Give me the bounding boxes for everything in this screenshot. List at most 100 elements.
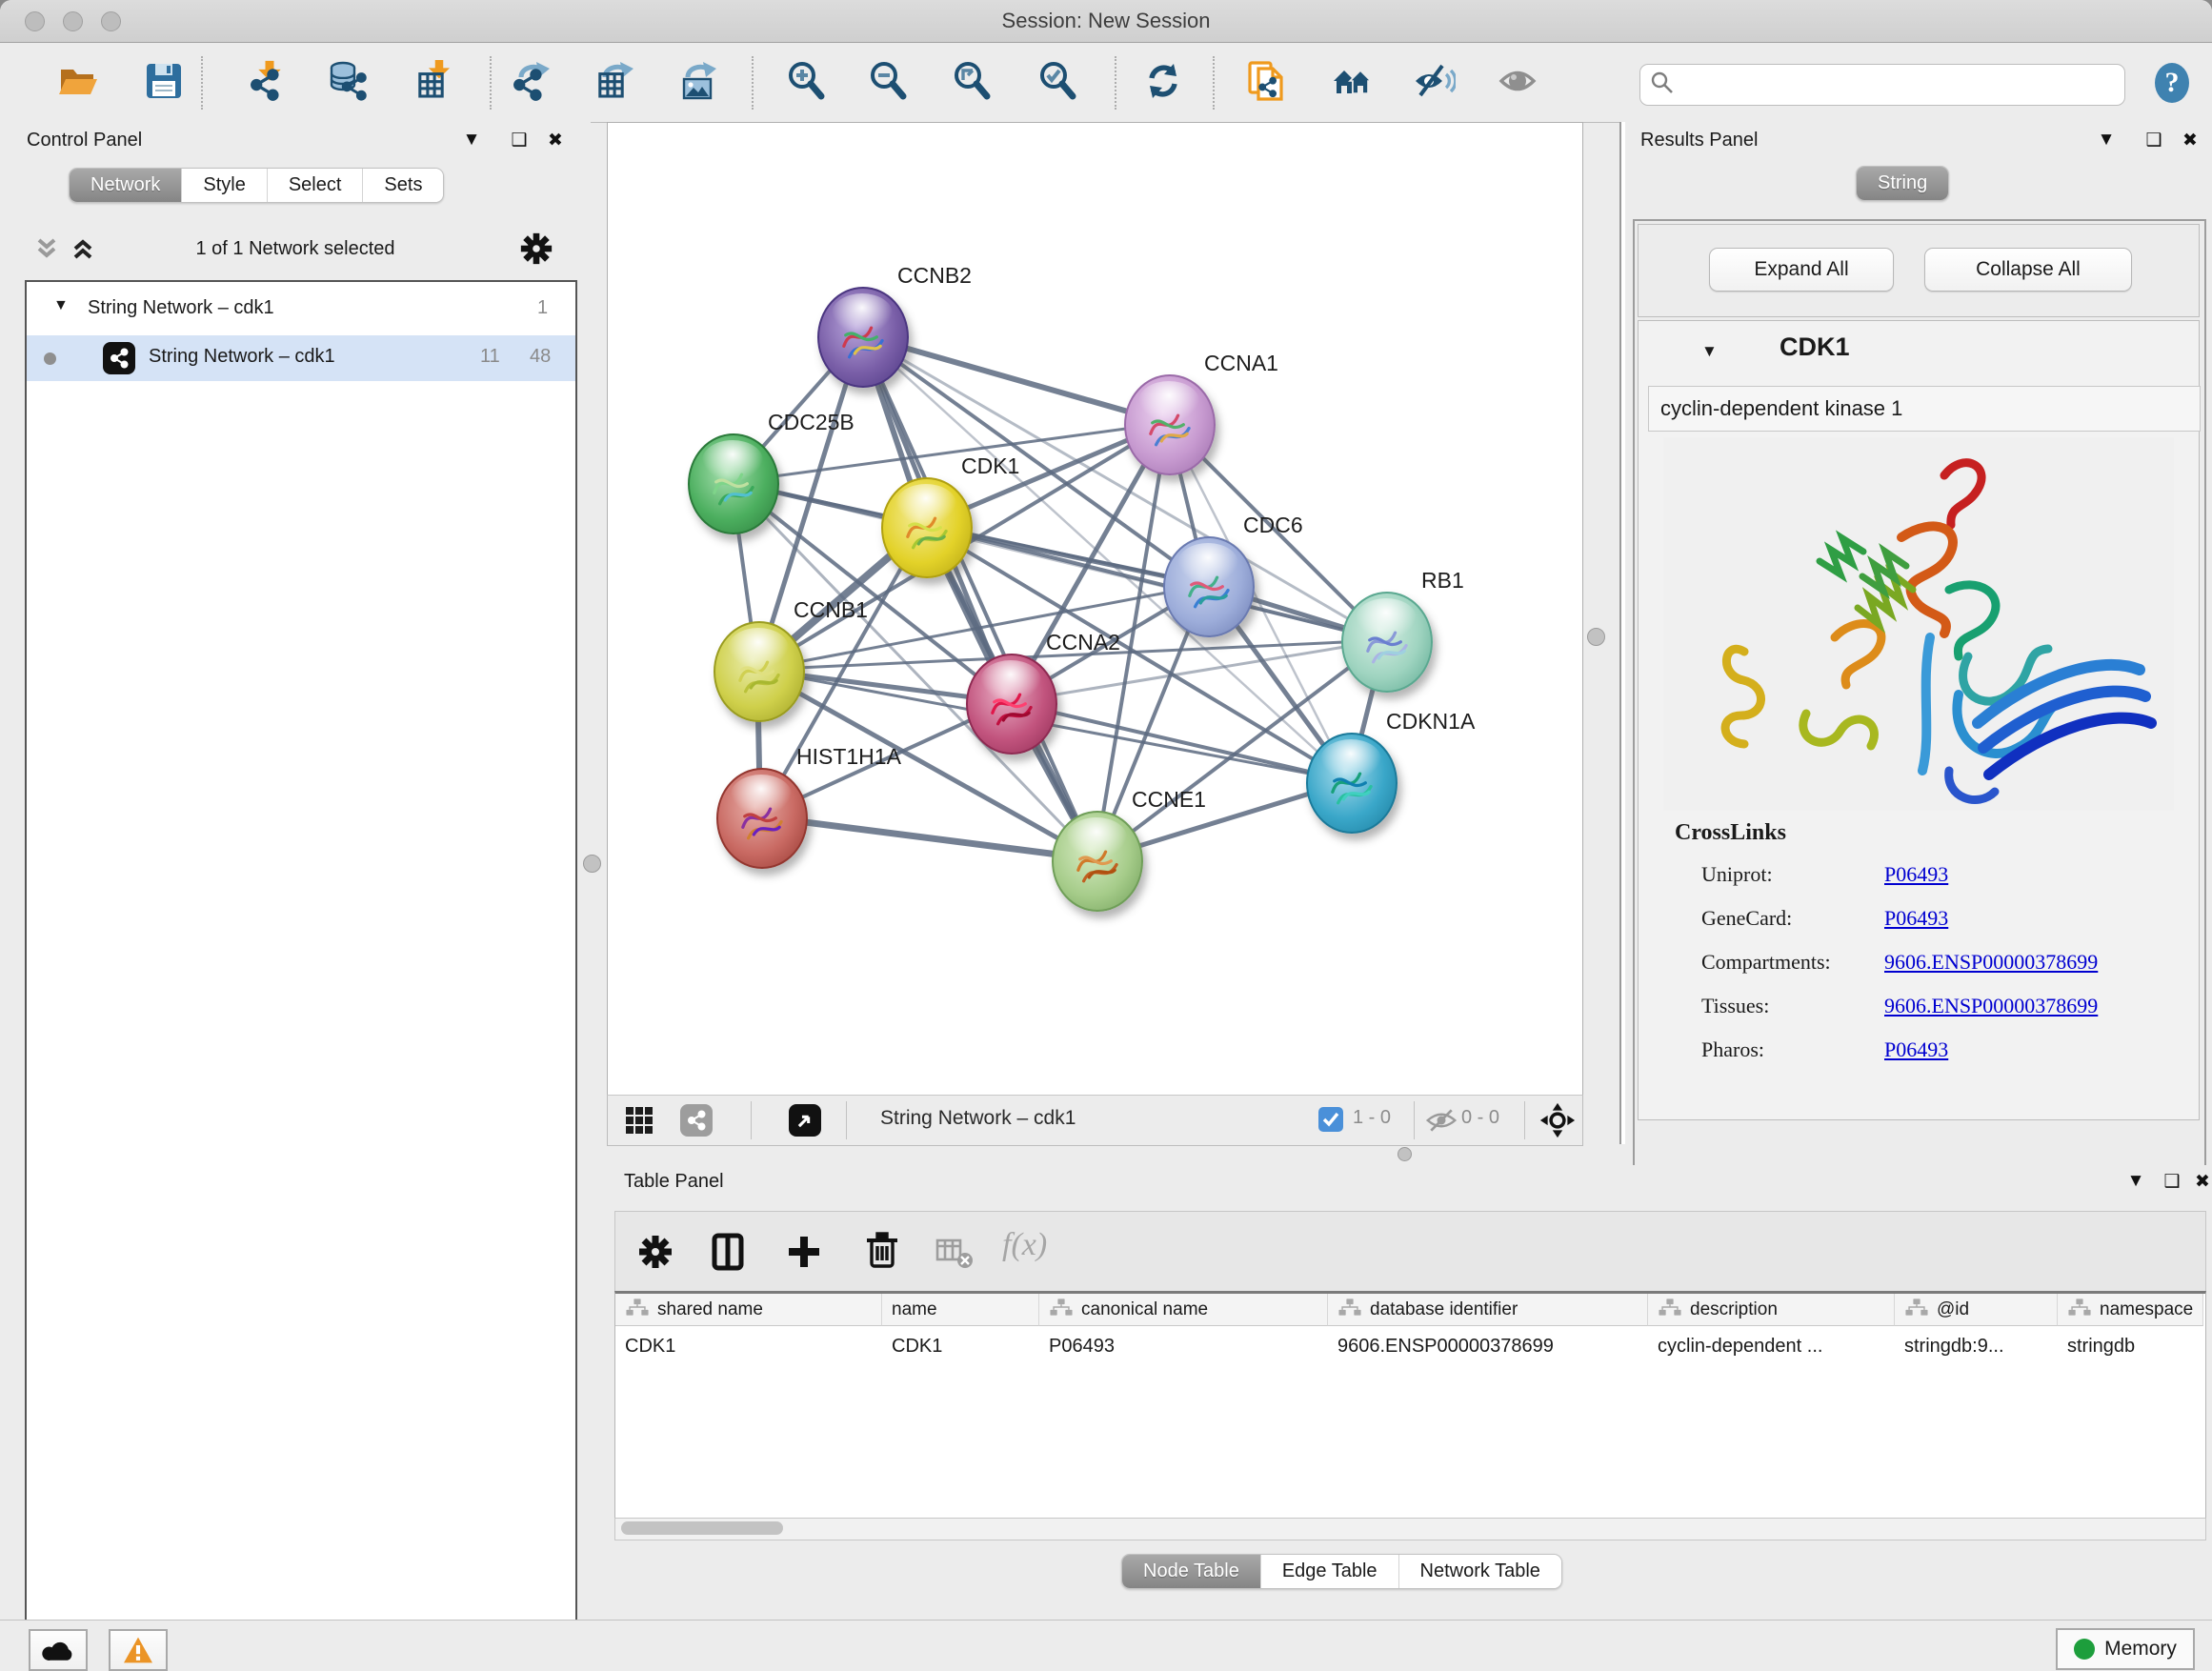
tab-network-table[interactable]: Network Table — [1399, 1555, 1561, 1588]
tab-select[interactable]: Select — [268, 169, 364, 202]
table-cell[interactable]: stringdb:9... — [1895, 1326, 2058, 1366]
node-cdc25b[interactable] — [688, 433, 779, 534]
left-splitter-handle[interactable] — [583, 855, 601, 873]
table-cell[interactable]: CDK1 — [615, 1326, 882, 1366]
node-hist1h1a[interactable] — [716, 768, 808, 869]
table-panel-menu-icon[interactable]: ▼ — [2120, 1171, 2152, 1192]
node-ccne1[interactable] — [1052, 811, 1143, 912]
column-header-shared-name[interactable]: shared name — [615, 1294, 882, 1326]
open-session-button[interactable] — [48, 52, 109, 113]
network-collection-label: String Network – cdk1 — [88, 297, 274, 319]
node-ccna1[interactable] — [1124, 374, 1216, 475]
table-cell[interactable]: stringdb — [2058, 1326, 2203, 1366]
table-cell[interactable]: 9606.ENSP00000378699 — [1328, 1326, 1648, 1366]
memory-button[interactable]: Memory — [2056, 1628, 2195, 1670]
help-button[interactable]: ? — [2142, 52, 2202, 113]
results-panel-close-icon[interactable]: ✖ — [2174, 130, 2206, 151]
protein-ribbon-thumbnail — [894, 500, 960, 560]
node-ccnb1[interactable] — [714, 621, 805, 722]
search-input[interactable] — [1684, 73, 2124, 97]
protein-structure-image[interactable] — [1663, 437, 2174, 811]
selected-checkbox-icon[interactable] — [1318, 1107, 1343, 1132]
node-label-ccna2: CCNA2 — [1046, 630, 1120, 655]
column-label: description — [1690, 1299, 1778, 1320]
export-image-button[interactable] — [667, 52, 728, 113]
node-cdk1[interactable] — [881, 477, 973, 578]
tab-style[interactable]: Style — [182, 169, 267, 202]
section-collapse-triangle-icon[interactable]: ▼ — [1701, 342, 1718, 361]
crosslink-link[interactable]: 9606.ENSP00000378699 — [1884, 950, 2098, 975]
control-panel-close-icon[interactable]: ✖ — [539, 130, 572, 151]
column-header-canonical-name[interactable]: canonical name — [1039, 1294, 1328, 1326]
results-panel-float-icon[interactable]: ❑ — [2138, 130, 2170, 151]
node-ccnb2[interactable] — [817, 287, 909, 388]
column-header-name[interactable]: name — [882, 1294, 1039, 1326]
zoom-fit-button[interactable] — [942, 52, 1003, 113]
network-view-icon[interactable] — [680, 1104, 713, 1137]
birdseye-view-icon[interactable] — [789, 1104, 821, 1137]
show-columns-icon[interactable] — [707, 1231, 749, 1278]
control-panel-menu-icon[interactable]: ▼ — [455, 130, 488, 151]
node-cdkn1a[interactable] — [1306, 733, 1398, 834]
network-collection-row[interactable]: ▼ String Network – cdk1 1 — [27, 288, 575, 333]
table-cell[interactable]: CDK1 — [882, 1326, 1039, 1366]
crosslink-link[interactable]: 9606.ENSP00000378699 — [1884, 994, 2098, 1018]
column-header-namespace[interactable]: namespace — [2058, 1294, 2203, 1326]
network-view[interactable]: CCNB2CCNA1CDC25BCDK1CDC6RB1CCNB1CCNA2CDK… — [607, 122, 1583, 1097]
horizontal-splitter-handle[interactable] — [1398, 1147, 1412, 1161]
grid-view-icon[interactable] — [625, 1106, 654, 1139]
network-options-gear-icon[interactable] — [518, 231, 554, 272]
show-all-button[interactable] — [1488, 52, 1549, 113]
cloud-button[interactable] — [29, 1629, 88, 1671]
results-panel-menu-icon[interactable]: ▼ — [2090, 130, 2122, 151]
zoom-out-button[interactable] — [858, 52, 919, 113]
import-table-button[interactable] — [404, 52, 465, 113]
create-column-plus-icon[interactable] — [783, 1231, 825, 1278]
collapse-triangle-icon[interactable]: ▼ — [53, 297, 69, 314]
node-ccna2[interactable] — [966, 654, 1057, 755]
crosslink-label: Pharos: — [1701, 1037, 1764, 1062]
right-splitter-handle[interactable] — [1587, 628, 1605, 646]
crosshair-fit-icon[interactable] — [1539, 1102, 1576, 1143]
node-cdc6[interactable] — [1163, 536, 1255, 637]
new-network-from-selection-button[interactable] — [1237, 52, 1297, 113]
table-cell[interactable]: P06493 — [1039, 1326, 1328, 1366]
zoom-in-button[interactable] — [776, 52, 837, 113]
import-network-button[interactable] — [235, 52, 296, 113]
selected-node-edge-counts: 1 - 0 — [1353, 1107, 1391, 1129]
zoom-selected-button[interactable] — [1028, 52, 1089, 113]
apply-layout-button[interactable] — [1133, 52, 1194, 113]
crosslink-link[interactable]: P06493 — [1884, 862, 1948, 887]
export-network-button[interactable] — [500, 52, 561, 113]
network-row-selected[interactable]: String Network – cdk1 11 48 — [27, 335, 575, 381]
import-network-from-database-button[interactable] — [317, 52, 378, 113]
column-header-at-id[interactable]: @id — [1895, 1294, 2058, 1326]
table-cell[interactable]: cyclin-dependent ... — [1648, 1326, 1895, 1366]
node-label-hist1h1a: HIST1H1A — [796, 744, 901, 770]
export-table-button[interactable] — [584, 52, 645, 113]
tab-node-table[interactable]: Node Table — [1122, 1555, 1261, 1588]
warnings-button[interactable] — [109, 1629, 168, 1671]
save-session-button[interactable] — [133, 52, 194, 113]
table-panel-float-icon[interactable]: ❑ — [2156, 1171, 2188, 1193]
column-header-description[interactable]: description — [1648, 1294, 1895, 1326]
tab-edge-table[interactable]: Edge Table — [1261, 1555, 1399, 1588]
collapse-all-button[interactable]: Collapse All — [1924, 248, 2132, 292]
control-panel-float-icon[interactable]: ❑ — [503, 130, 535, 151]
tab-sets[interactable]: Sets — [363, 169, 443, 202]
table-settings-gear-icon[interactable] — [636, 1233, 674, 1276]
crosslink-link[interactable]: P06493 — [1884, 906, 1948, 931]
hide-selected-button[interactable] — [1404, 52, 1465, 113]
delete-column-trash-icon[interactable] — [861, 1229, 903, 1276]
crosslink-link[interactable]: P06493 — [1884, 1037, 1948, 1062]
first-neighbors-button[interactable] — [1322, 52, 1383, 113]
expand-all-button[interactable]: Expand All — [1709, 248, 1894, 292]
node-rb1[interactable] — [1341, 592, 1433, 693]
tab-network[interactable]: Network — [70, 169, 182, 202]
tab-string[interactable]: String — [1857, 167, 1948, 200]
table-hscrollbar-thumb[interactable] — [621, 1521, 783, 1535]
column-label: database identifier — [1370, 1299, 1518, 1320]
column-header-database-identifier[interactable]: database identifier — [1328, 1294, 1648, 1326]
column-label: name — [892, 1299, 937, 1320]
table-panel-close-icon[interactable]: ✖ — [2186, 1171, 2212, 1193]
